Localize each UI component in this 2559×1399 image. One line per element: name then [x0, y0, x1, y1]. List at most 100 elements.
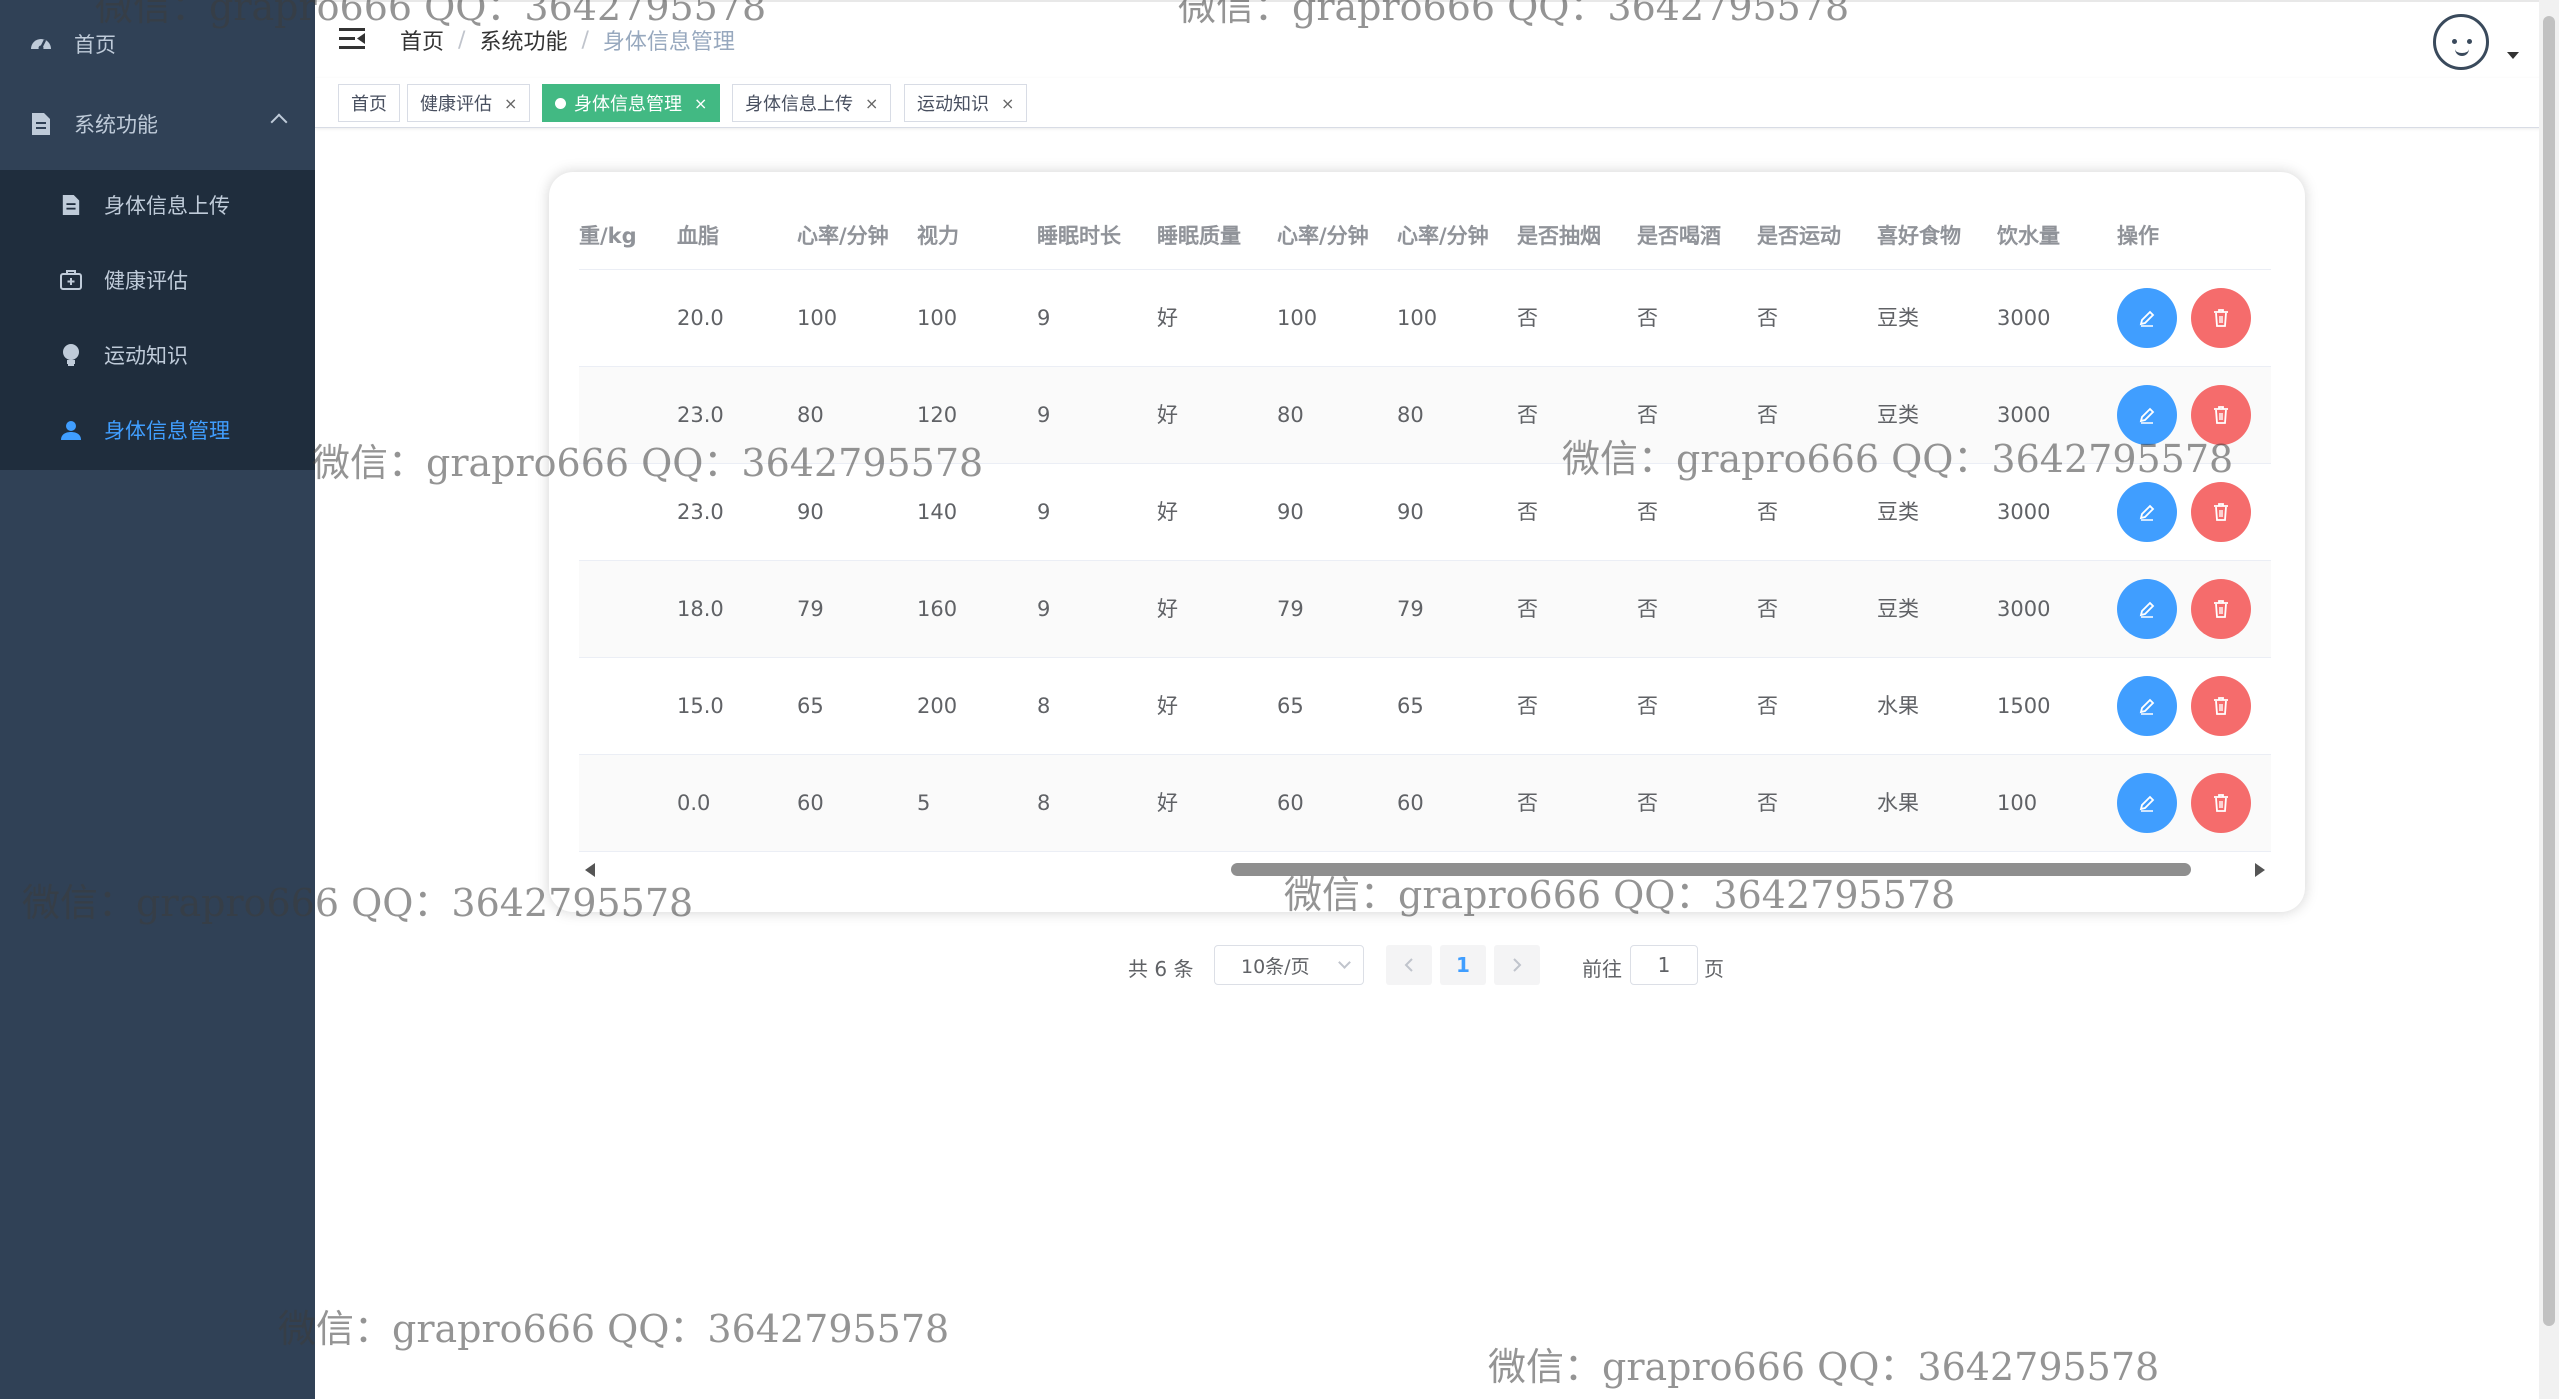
table-header-col-sleep-hours: 睡眠时长 [1037, 224, 1121, 248]
table-cell: 65 [797, 694, 824, 718]
delete-button[interactable] [2191, 482, 2251, 542]
delete-button[interactable] [2191, 579, 2251, 639]
table-header-col-vision: 视力 [917, 224, 959, 248]
vertical-scrollbar[interactable] [2539, 0, 2559, 1399]
scroll-right-icon[interactable] [2255, 863, 2265, 877]
trash-icon [2214, 794, 2228, 812]
table-header-col-smoking: 是否抽烟 [1517, 224, 1601, 248]
trash-icon [2214, 697, 2228, 715]
close-icon[interactable]: × [1001, 94, 1014, 113]
sidebar-item-label: 运动知识 [104, 344, 188, 368]
table-cell: 65 [1397, 694, 1424, 718]
table-cell: 豆类 [1877, 597, 1919, 621]
table-cell: 豆类 [1877, 306, 1919, 330]
sidebar-item-health-assessment[interactable]: 健康评估 [0, 240, 315, 320]
table-cell: 160 [917, 597, 958, 621]
medkit-icon [58, 267, 84, 293]
lightbulb-icon [58, 342, 84, 368]
page-size-select[interactable]: 10条/页 [1214, 945, 1364, 985]
table-cell: 否 [1517, 694, 1538, 718]
table-cell: 79 [1277, 597, 1304, 621]
table-cell: 0.0 [677, 791, 711, 815]
dashboard-icon [28, 31, 54, 57]
tag-body-upload[interactable]: 身体信息上传 × [732, 84, 892, 122]
watermark: 微信：grapro666 QQ：3642795578 [312, 441, 984, 485]
chevron-right-icon [1513, 958, 1522, 972]
table-cell: 65 [1277, 694, 1304, 718]
delete-button[interactable] [2191, 676, 2251, 736]
table-header-col-weight: 重/kg [579, 224, 637, 248]
watermark: 微信：grapro666 QQ：3642795578 [95, 0, 767, 29]
table-header-col-heart-rate-2: 心率/分钟 [1277, 224, 1369, 248]
edit-button[interactable] [2117, 579, 2177, 639]
close-icon[interactable]: × [694, 94, 707, 113]
delete-button[interactable] [2191, 288, 2251, 348]
edit-button[interactable] [2117, 676, 2177, 736]
table-cell: 5 [917, 791, 931, 815]
tag-exercise-knowledge[interactable]: 运动知识 × [904, 84, 1028, 122]
watermark: 微信：grapro666 QQ：3642795578 [22, 881, 694, 925]
edit-icon [2139, 310, 2155, 327]
caret-down-icon[interactable] [2507, 52, 2519, 59]
tag-label: 身体信息上传 [745, 94, 853, 115]
table-cell: 好 [1157, 306, 1178, 330]
table-cell: 1500 [1997, 694, 2051, 718]
user-icon [58, 417, 84, 443]
watermark: 微信：grapro666 QQ：3642795578 [1178, 0, 1850, 29]
table-cell: 水果 [1877, 694, 1919, 718]
next-page-button[interactable] [1494, 945, 1540, 985]
edit-button[interactable] [2117, 773, 2177, 833]
trash-icon [2214, 309, 2228, 327]
scrollbar-thumb[interactable] [2543, 16, 2555, 1326]
tag-label: 首页 [351, 94, 387, 115]
prev-page-button[interactable] [1386, 945, 1432, 985]
hamburger-icon[interactable] [339, 28, 365, 50]
close-icon[interactable]: × [865, 94, 878, 113]
table-row: 20.0 100 100 9 好 100 100 否 否 否 豆类 3000 [579, 270, 2271, 367]
table-cell: 否 [1517, 403, 1538, 427]
close-icon[interactable]: × [504, 94, 517, 113]
table-cell: 好 [1157, 694, 1178, 718]
edit-button[interactable] [2117, 288, 2177, 348]
table-header-col-heart-rate-3: 心率/分钟 [1397, 224, 1489, 248]
avatar[interactable] [2433, 14, 2489, 70]
table-cell: 100 [1277, 306, 1318, 330]
sidebar-item-exercise-knowledge[interactable]: 运动知识 [0, 315, 315, 395]
goto-page-input[interactable]: 1 [1630, 945, 1698, 985]
tags-view: 首页 健康评估 × 身体信息管理 × 身体信息上传 × 运动知识 × [315, 78, 2559, 128]
tag-label: 运动知识 [917, 94, 989, 115]
table-header-col-sleep-quality: 睡眠质量 [1157, 224, 1241, 248]
page-number-button[interactable]: 1 [1440, 945, 1486, 985]
table-cell: 18.0 [677, 597, 724, 621]
table-cell: 否 [1637, 694, 1658, 718]
edit-button[interactable] [2117, 482, 2177, 542]
watermark: 微信：grapro666 QQ：3642795578 [1488, 1345, 2160, 1389]
active-dot-icon [555, 97, 566, 109]
table-cell: 80 [1277, 403, 1304, 427]
sidebar-item-system[interactable]: 系统功能 [0, 84, 315, 164]
table-row: 18.0 79 160 9 好 79 79 否 否 否 豆类 3000 [579, 561, 2271, 658]
tag-health-assessment[interactable]: 健康评估 × [407, 84, 531, 122]
chevron-left-icon [1404, 958, 1413, 972]
sidebar-item-body-upload[interactable]: 身体信息上传 [0, 165, 315, 245]
sidebar-item-label: 首页 [74, 33, 116, 57]
tag-label: 身体信息管理 [574, 94, 682, 115]
table-cell: 3000 [1997, 597, 2051, 621]
tag-home[interactable]: 首页 [338, 84, 400, 122]
table-cell: 好 [1157, 403, 1178, 427]
trash-icon [2214, 406, 2228, 424]
edit-icon [2139, 407, 2155, 424]
chevron-up-icon [270, 113, 288, 131]
table-cell: 否 [1517, 500, 1538, 524]
table-cell: 9 [1037, 500, 1051, 524]
edit-icon [2139, 504, 2155, 521]
tag-body-management[interactable]: 身体信息管理 × [542, 84, 721, 122]
table-cell: 100 [1997, 791, 2038, 815]
table-header-col-actions: 操作 [2117, 224, 2159, 248]
table-cell: 水果 [1877, 791, 1919, 815]
sidebar-item-body-management[interactable]: 身体信息管理 [0, 390, 315, 470]
table-header: 重/kg 血脂 心率/分钟 视力 睡眠时长 睡眠质量 心率/分钟 心率/分钟 是否抽烟 是否喝酒 是… [579, 202, 2271, 270]
delete-button[interactable] [2191, 773, 2251, 833]
table-header-col-favorite-food: 喜好食物 [1877, 224, 1961, 248]
edit-icon [2139, 601, 2155, 618]
